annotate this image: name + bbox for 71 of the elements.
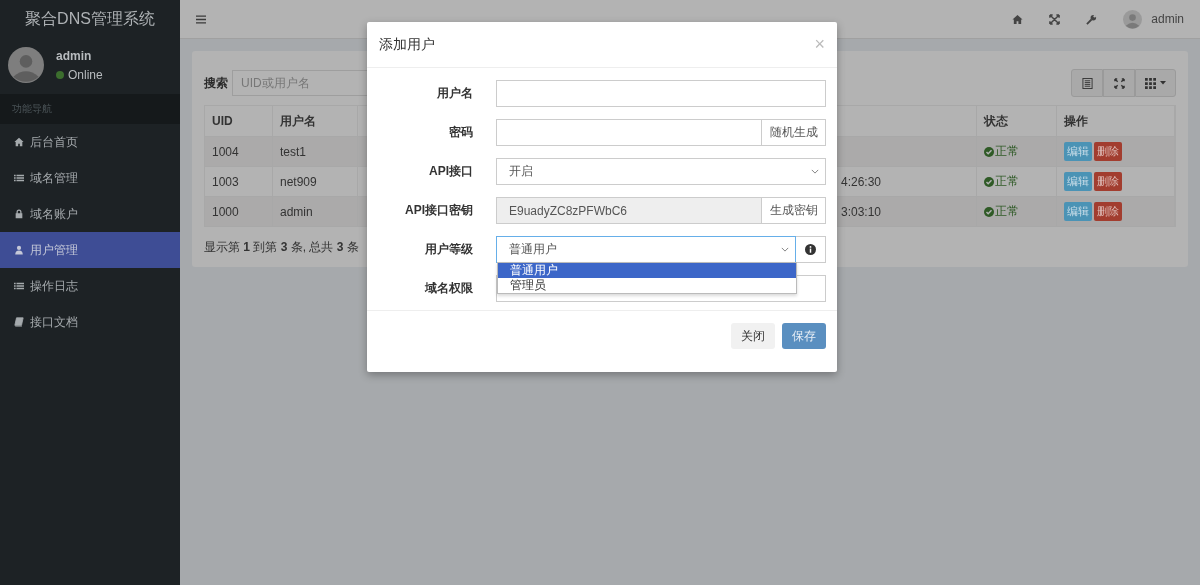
user-name: admin <box>56 48 93 63</box>
avatar-icon <box>8 47 44 83</box>
field-label: 用户等级 <box>424 241 474 258</box>
close-dialog-button[interactable]: 关闭 <box>731 323 775 349</box>
home-icon <box>14 137 24 147</box>
password-field[interactable] <box>496 119 762 146</box>
book-icon <box>14 317 24 327</box>
user-status: Online <box>68 67 103 82</box>
nav-item[interactable]: 域名账户 <box>0 196 180 232</box>
app-title: 聚合DNS管理系统 <box>24 8 156 29</box>
check-circle-icon <box>984 206 994 217</box>
grid-icon <box>1145 77 1156 89</box>
chevron-icon <box>811 169 819 174</box>
table-cell: 1003 <box>212 174 239 189</box>
field-label: API接口密钥 <box>404 202 474 219</box>
delete-button[interactable]: 删除 <box>1094 172 1122 191</box>
column-header: 状态 <box>977 106 1057 136</box>
columns-button[interactable] <box>1135 69 1176 97</box>
info-icon <box>805 244 816 255</box>
list-icon <box>14 173 24 183</box>
select-field[interactable]: 开启 <box>496 158 826 185</box>
status-text: 正常 <box>995 173 1019 190</box>
column-header: 操作 <box>1057 106 1175 136</box>
list-icon <box>14 281 24 291</box>
key-field[interactable]: E9uadyZC8zPFWbC6 <box>496 197 762 224</box>
check-circle-icon <box>984 176 994 187</box>
status-text: 正常 <box>995 203 1019 220</box>
text-field[interactable] <box>496 80 826 107</box>
field-label: 域名权限 <box>423 280 474 297</box>
expand-icon[interactable] <box>1049 13 1061 25</box>
nav-item[interactable]: 域名管理 <box>0 160 180 196</box>
dialog-title: 添加用户 <box>379 35 435 54</box>
field-label: 密码 <box>448 124 474 141</box>
table-view-button[interactable] <box>1071 69 1103 97</box>
caret-icon <box>1160 81 1166 85</box>
user-name[interactable]: admin <box>1151 12 1184 26</box>
wrench-icon[interactable] <box>1086 13 1098 25</box>
table-cell: test1 <box>280 144 306 159</box>
search-label: 搜索 <box>204 74 228 92</box>
dropdown-option[interactable]: 普通用户 <box>498 263 796 278</box>
home-icon[interactable] <box>1012 13 1024 25</box>
info-button[interactable] <box>796 236 826 263</box>
table-cell: 4:26:30 <box>840 174 881 189</box>
table-cell: 3:03:10 <box>840 204 881 219</box>
field-label: API接口 <box>428 163 474 180</box>
menu-icon[interactable] <box>196 14 206 24</box>
list-icon <box>1081 77 1093 89</box>
fullscreen-button[interactable] <box>1103 69 1135 97</box>
table-cell: 1000 <box>212 204 239 219</box>
column-header: 用户名 <box>273 106 358 136</box>
generate-button[interactable]: 随机生成 <box>762 119 826 146</box>
delete-button[interactable]: 删除 <box>1094 202 1122 221</box>
column-header: UID <box>205 106 273 136</box>
chevron-icon <box>781 247 789 252</box>
generate-key-button[interactable]: 生成密钥 <box>762 197 826 224</box>
check-circle-icon <box>984 146 994 157</box>
table-cell: net909 <box>280 174 317 189</box>
delete-button[interactable]: 删除 <box>1094 142 1122 161</box>
table-cell: 1004 <box>212 144 239 159</box>
pagination-info: 显示第 1 到第 3 条, 总共 3 条 <box>204 239 359 256</box>
nav-item[interactable]: 操作日志 <box>0 268 180 304</box>
expand-icon <box>1113 77 1125 89</box>
nav-item[interactable]: 接口文档 <box>0 304 180 340</box>
table-cell: admin <box>280 204 313 219</box>
field-label: 用户名 <box>436 85 474 102</box>
status-text: 正常 <box>995 143 1019 160</box>
dropdown-option[interactable]: 管理员 <box>498 278 796 293</box>
nav-item[interactable]: 后台首页 <box>0 124 180 160</box>
lock-icon <box>14 209 24 219</box>
user-icon <box>14 245 24 255</box>
nav-item[interactable]: 用户管理 <box>0 232 180 268</box>
